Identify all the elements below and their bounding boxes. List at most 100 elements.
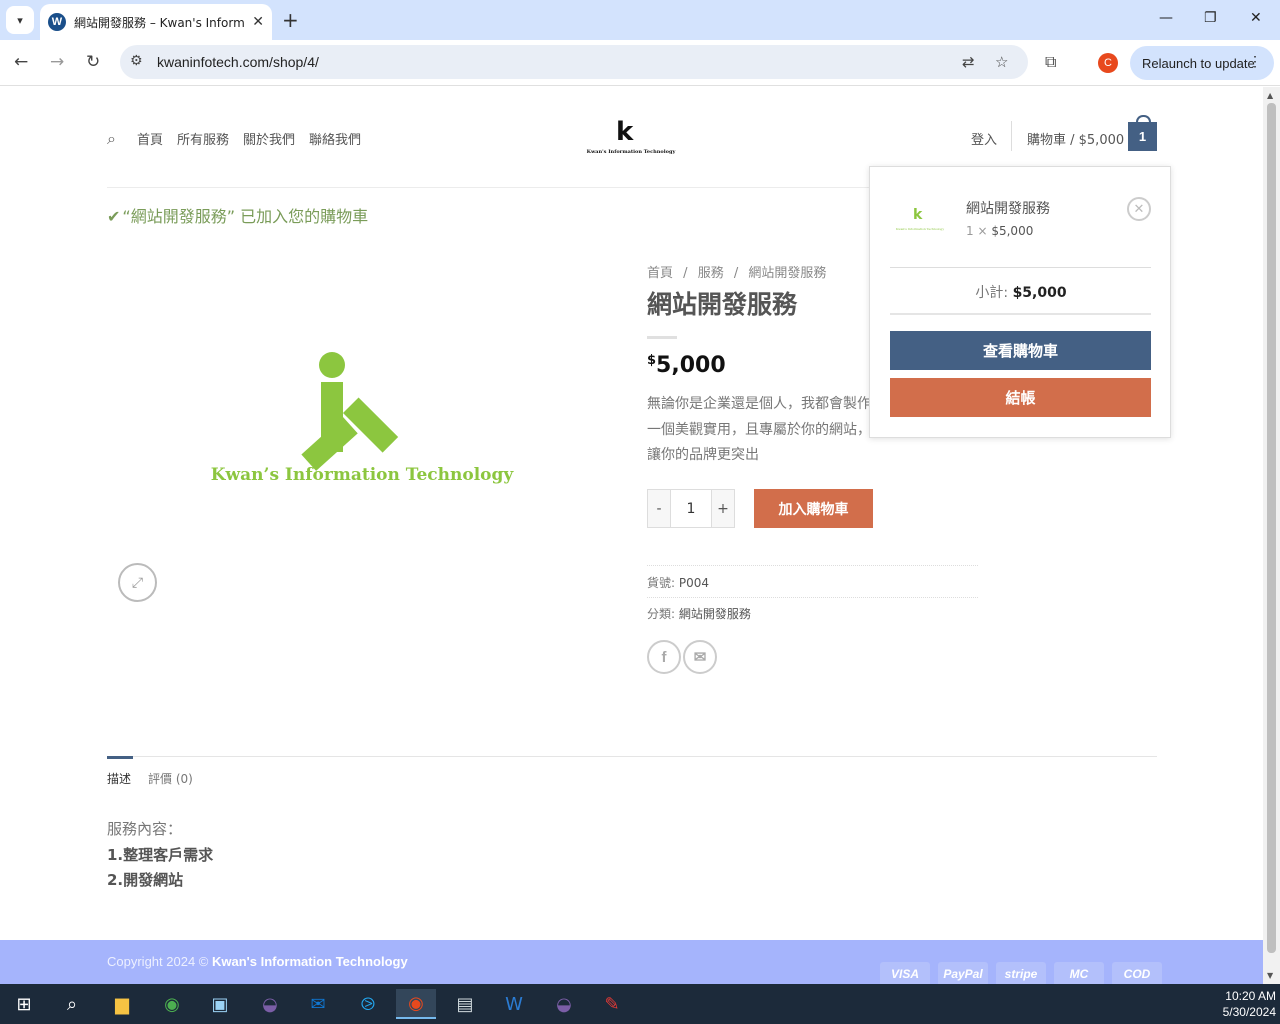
cart-item-thumbnail[interactable]: k Kwan's Information Technology <box>891 199 949 237</box>
translate-icon[interactable]: ⇄ <box>962 53 975 71</box>
mastercard-icon: MC <box>1054 962 1104 984</box>
copyright-company[interactable]: Kwan's Information Technology <box>212 954 408 969</box>
site-footer: Copyright 2024 © Kwan's Information Tech… <box>0 940 1263 984</box>
cash-on-delivery-icon: COD <box>1112 962 1162 984</box>
checkout-button[interactable]: 結帳 <box>890 378 1151 417</box>
remove-item-icon[interactable]: ✕ <box>1127 197 1151 221</box>
notice-text: “網站開發服務” 已加入您的購物車 <box>122 207 369 226</box>
tab-search-button[interactable]: ▾ <box>6 6 34 34</box>
breadcrumb-home[interactable]: 首頁 <box>647 266 673 281</box>
extensions-icon[interactable]: ⧉ <box>1045 52 1056 72</box>
add-to-cart-button[interactable]: 加入購物車 <box>754 489 873 528</box>
subtotal-label: 小計: <box>975 285 1009 301</box>
back-button[interactable]: ← <box>14 52 28 72</box>
restore-button[interactable]: ❐ <box>1204 10 1217 26</box>
header-divider <box>1011 121 1012 151</box>
tab-close-icon[interactable]: ✕ <box>252 14 264 30</box>
category-link[interactable]: 網站開發服務 <box>679 607 751 621</box>
outlook-icon[interactable]: ✉ <box>298 989 338 1019</box>
tab-title: 網站開發服務 – Kwan's Informa <box>74 15 244 30</box>
description-item-2: 2.開發網站 <box>107 871 184 889</box>
clock-date: 5/30/2024 <box>1222 1005 1276 1019</box>
zoom-expand-icon[interactable]: ⤢ <box>118 563 157 602</box>
sku-row: 貨號: P004 <box>647 574 709 591</box>
close-window-button[interactable]: ✕ <box>1250 10 1262 26</box>
nav-services[interactable]: 所有服務 <box>177 129 229 148</box>
thumb-logo-mark: k <box>913 207 923 223</box>
browser-tab-active[interactable]: W 網站開發服務 – Kwan's Informa ✕ <box>40 4 272 40</box>
description-heading: 服務內容： <box>107 820 183 838</box>
breadcrumb-services[interactable]: 服務 <box>698 266 724 281</box>
search-icon[interactable]: ⌕ <box>52 989 92 1019</box>
nav-contact[interactable]: 聯絡我們 <box>309 129 361 148</box>
web-page: ⌕ 首頁 所有服務 關於我們 聯絡我們 k Kwan's Information… <box>0 87 1263 984</box>
tab-reviews[interactable]: 評價 (0) <box>148 770 193 787</box>
reload-button[interactable]: ↻ <box>86 52 100 72</box>
chrome-profile-icon[interactable]: ◉ <box>396 989 436 1019</box>
wordpress-icon: W <box>48 13 66 31</box>
media-player-icon[interactable]: ▣ <box>200 989 240 1019</box>
bookmark-star-icon[interactable]: ☆ <box>995 53 1008 71</box>
logo-dot <box>319 352 345 378</box>
meta-divider <box>647 565 978 566</box>
sku-label: 貨號: <box>647 576 676 590</box>
relaunch-button[interactable]: Relaunch to update ⋮ <box>1130 46 1274 80</box>
nav-about[interactable]: 關於我們 <box>243 129 295 148</box>
photos-icon[interactable]: ▤ <box>445 989 485 1019</box>
new-tab-button[interactable]: + <box>282 8 299 32</box>
minimize-button[interactable]: — <box>1159 10 1173 26</box>
facebook-share-icon[interactable]: f <box>647 640 681 674</box>
breadcrumb: 首頁 / 服務 / 網站開發服務 <box>647 262 832 281</box>
category-label: 分類: <box>647 607 676 621</box>
login-link[interactable]: 登入 <box>971 129 997 148</box>
chrome-icon[interactable]: ◉ <box>152 989 192 1019</box>
site-info-icon[interactable]: ⚙ <box>130 53 143 69</box>
view-cart-button[interactable]: 查看購物車 <box>890 331 1151 370</box>
forward-button[interactable]: → <box>50 52 64 72</box>
thumb-logo-text: Kwan's Information Technology <box>895 227 945 231</box>
cart-bag-icon[interactable]: 1 <box>1128 115 1157 151</box>
nav-home[interactable]: 首頁 <box>137 129 163 148</box>
browser-toolbar: ← → ↻ ⚙ kwaninfotech.com/shop/4/ ⇄ ☆ ⧉ C… <box>0 40 1280 86</box>
file-explorer-icon[interactable]: ▆ <box>102 989 142 1019</box>
system-clock[interactable]: 10:20 AM 5/30/2024 <box>1210 988 1276 1020</box>
breadcrumb-current[interactable]: 網站開發服務 <box>748 266 826 281</box>
cart-item-name[interactable]: 網站開發服務 <box>966 198 1050 218</box>
qty-plus-button[interactable]: + <box>712 490 734 527</box>
eclipse-2-icon[interactable]: ◒ <box>544 989 584 1019</box>
profile-avatar[interactable]: C <box>1098 53 1118 73</box>
quantity-stepper: - 1 + <box>647 489 735 528</box>
mini-cart-divider <box>890 267 1151 268</box>
qty-minus-button[interactable]: - <box>648 490 670 527</box>
start-menu-icon[interactable]: ⊞ <box>4 989 44 1019</box>
email-share-icon[interactable]: ✉ <box>683 640 717 674</box>
qty-input[interactable]: 1 <box>670 490 712 527</box>
word-icon[interactable]: W <box>494 989 534 1019</box>
relaunch-label: Relaunch to update <box>1142 55 1255 71</box>
product-image[interactable]: Kwan’s Information Technology <box>107 257 617 597</box>
chevron-down-icon: ▾ <box>17 13 23 27</box>
cart-item-qty-count: 1 × <box>966 224 988 238</box>
mini-cart-divider <box>890 313 1151 315</box>
scroll-down-icon[interactable]: ▼ <box>1267 971 1273 980</box>
scroll-up-icon[interactable]: ▲ <box>1267 91 1273 100</box>
cart-link[interactable]: 購物車 / $5,000 <box>1027 129 1124 148</box>
address-bar[interactable]: ⚙ kwaninfotech.com/shop/4/ ⇄ ☆ <box>120 45 1028 79</box>
description-content: 服務內容： 1.整理客戶需求 2.開發網站 <box>107 817 213 894</box>
mini-cart-subtotal: 小計: $5,000 <box>870 282 1172 302</box>
tab-description[interactable]: 描述 <box>107 770 131 787</box>
active-tab-indicator <box>107 756 133 759</box>
payment-icons: VISA PayPal stripe MC COD <box>880 962 1162 984</box>
windows-taskbar: ⊞ ⌕ ▆ ◉ ▣ ◒ ✉ ⧁ ◉ ▤ W ◒ ✎ 10:20 AM 5/30/… <box>0 984 1280 1024</box>
pen-icon[interactable]: ✎ <box>592 989 632 1019</box>
tabs-divider <box>107 756 1157 757</box>
search-icon[interactable]: ⌕ <box>107 129 116 149</box>
vscode-icon[interactable]: ⧁ <box>348 989 388 1019</box>
mini-cart-dropdown: k Kwan's Information Technology 網站開發服務 1… <box>869 166 1171 438</box>
image-logo-text: Kwan’s Information Technology <box>210 465 514 485</box>
cart-count: 1 <box>1138 129 1147 144</box>
eclipse-icon[interactable]: ◒ <box>250 989 290 1019</box>
page-scrollbar[interactable]: ▲ ▼ <box>1263 87 1280 984</box>
site-logo[interactable]: k Kwan's Information Technology <box>585 115 677 159</box>
scroll-thumb[interactable] <box>1267 103 1276 953</box>
